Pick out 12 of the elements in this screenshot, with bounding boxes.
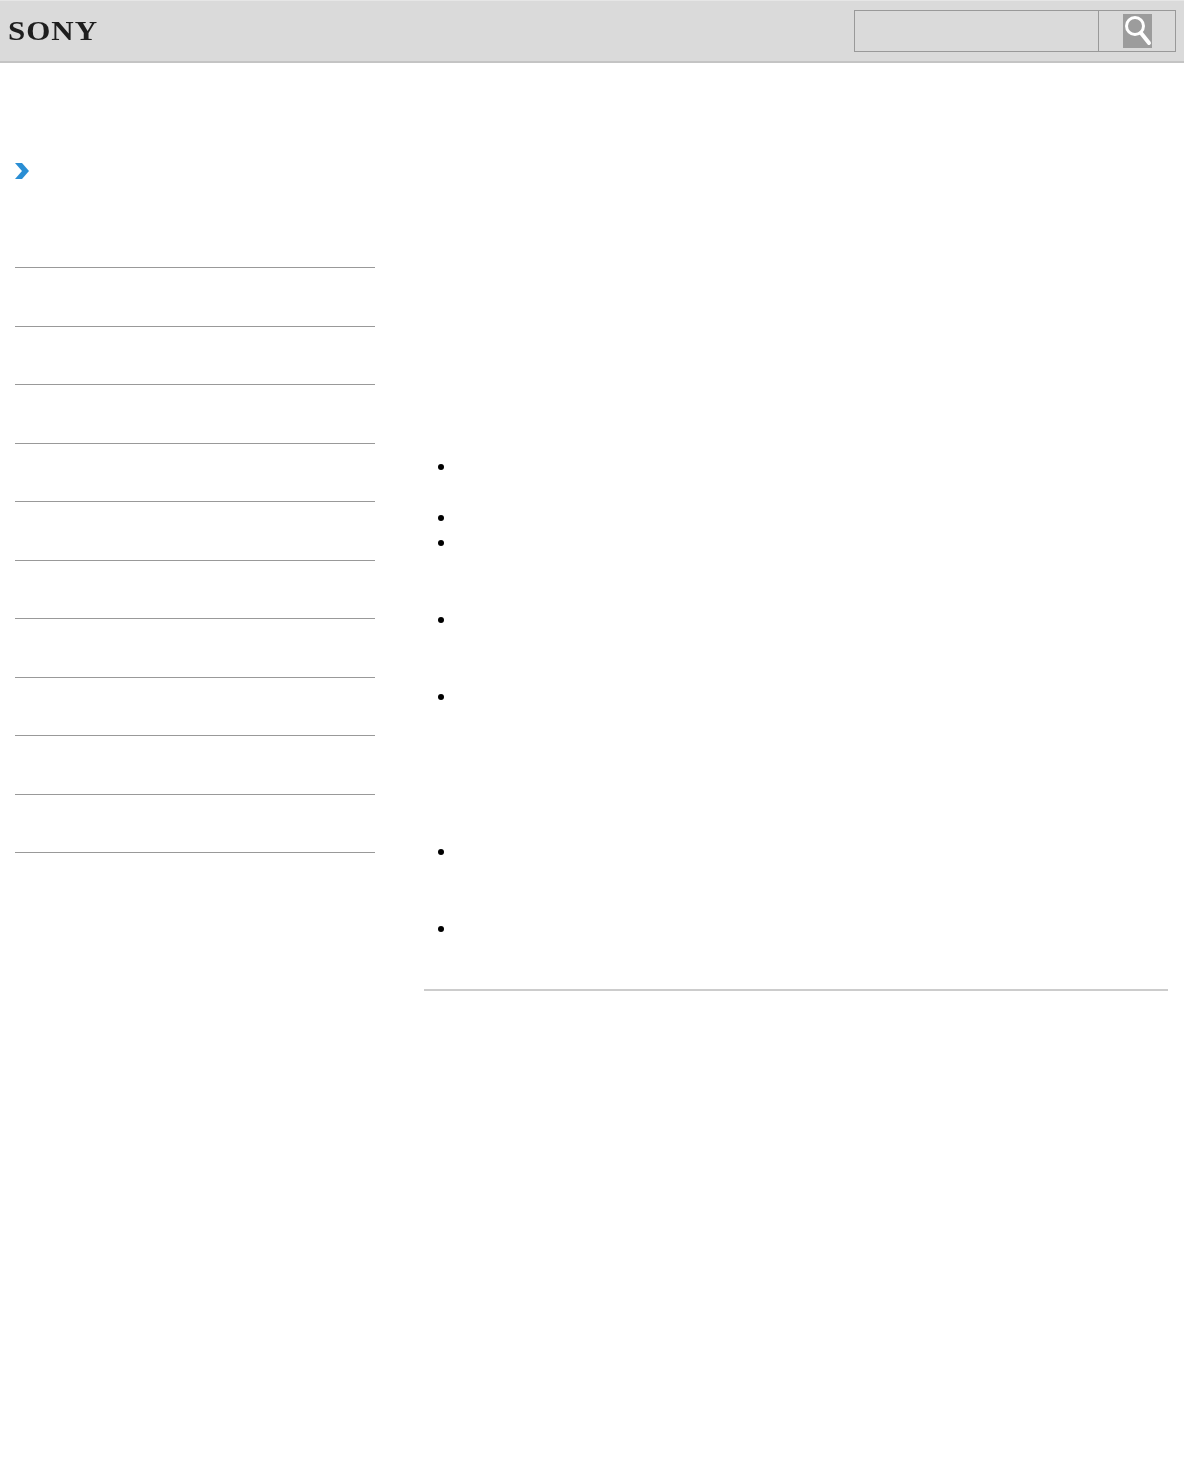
chevron-icon (14, 163, 30, 179)
bullet-icon (438, 926, 444, 932)
logo: SONY (8, 17, 99, 45)
bullet-icon (438, 464, 444, 470)
search-icon (1122, 14, 1152, 48)
search-field[interactable] (854, 10, 1099, 52)
bullet-icon (438, 540, 444, 546)
bullet-icon (438, 849, 444, 855)
search-button[interactable] (1099, 10, 1176, 52)
bullet-icon (438, 617, 444, 623)
bullet-icon (438, 515, 444, 521)
bullet-icon (438, 694, 444, 700)
